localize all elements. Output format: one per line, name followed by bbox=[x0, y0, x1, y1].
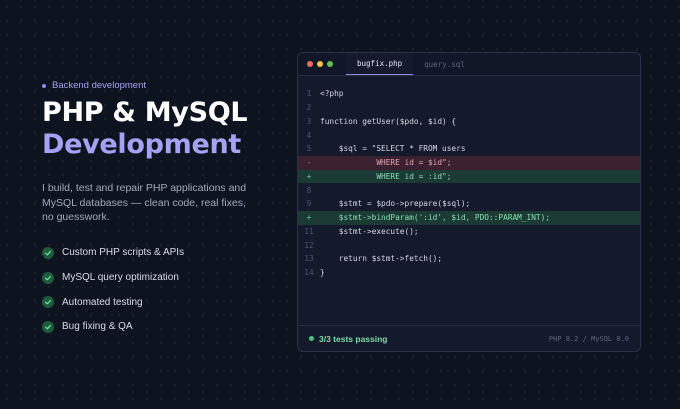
line-number: - bbox=[306, 158, 312, 168]
category-tag-label: Backend development bbox=[52, 80, 147, 91]
code-text: $stmt->execute(); bbox=[320, 226, 419, 236]
hero-section: Backend development PHP & MySQL Developm… bbox=[42, 80, 282, 339]
code-line: 5 $sql = "SELECT * FROM users bbox=[298, 142, 640, 156]
code-line: 13 return $stmt->fetch(); bbox=[298, 252, 640, 266]
hero-description: I build, test and repair PHP application… bbox=[42, 182, 247, 223]
check-icon bbox=[42, 320, 54, 333]
code-text: return $stmt->fetch(); bbox=[320, 254, 443, 264]
feature-label: Bug fixing & QA bbox=[62, 321, 133, 333]
feature-label: MySQL query optimization bbox=[62, 272, 179, 284]
code-line: 1 <?php bbox=[298, 87, 640, 101]
line-number: 5 bbox=[306, 144, 312, 154]
version-info: PHP 8.2 / MySQL 8.0 bbox=[548, 334, 629, 343]
check-icon bbox=[42, 296, 54, 309]
code-text: $sql = "SELECT * FROM users bbox=[320, 144, 466, 154]
feature-list: Custom PHP scripts & APIs MySQL query op… bbox=[42, 241, 282, 340]
code-line: 12 bbox=[298, 238, 640, 252]
code-text: function getUser($pdo, $id) { bbox=[320, 116, 457, 126]
check-icon bbox=[42, 246, 54, 259]
tab-bugfix-php[interactable]: bugfix.php bbox=[346, 53, 414, 75]
feature-label: Automated testing bbox=[62, 296, 143, 308]
tab-query-sql[interactable]: query.sql bbox=[413, 53, 476, 75]
code-text: <?php bbox=[320, 89, 344, 99]
line-number: 4 bbox=[306, 130, 312, 140]
code-line: 9 $stmt = $pdo->prepare($sql); bbox=[298, 197, 640, 211]
code-text: WHERE id = :id"; bbox=[320, 171, 452, 181]
code-line: 8 bbox=[298, 183, 640, 197]
category-tag: Backend development bbox=[42, 80, 282, 91]
line-number: 11 bbox=[304, 226, 314, 236]
feature-item: Bug fixing & QA bbox=[42, 315, 282, 340]
test-status: 3/3 tests passing bbox=[309, 334, 388, 344]
code-line: 4 bbox=[298, 128, 640, 142]
code-text: WHERE id = $id"; bbox=[320, 158, 452, 168]
window-controls bbox=[298, 53, 346, 75]
line-number: 8 bbox=[306, 185, 312, 195]
bullet-dot-icon bbox=[42, 83, 46, 88]
code-area[interactable]: 1 <?php 2 3 function getUser($pdo, $id) { 4 5 … bbox=[298, 76, 640, 280]
code-text: } bbox=[320, 268, 325, 278]
line-number: + bbox=[306, 171, 312, 181]
feature-label: Custom PHP scripts & APIs bbox=[62, 247, 185, 259]
close-window-icon[interactable] bbox=[307, 61, 313, 67]
code-editor-window: bugfix.php query.sql 1 <?php 2 3 function ge… bbox=[297, 52, 641, 352]
line-number: 1 bbox=[306, 89, 312, 99]
code-line-removed: - WHERE id = $id"; bbox=[298, 155, 640, 170]
editor-titlebar: bugfix.php query.sql bbox=[298, 53, 640, 76]
check-icon bbox=[42, 271, 54, 284]
line-number: 3 bbox=[306, 116, 312, 126]
feature-item: Automated testing bbox=[42, 290, 282, 315]
line-number: + bbox=[306, 213, 312, 223]
headline-accent: Development bbox=[42, 129, 242, 160]
code-line: 11 $stmt->execute(); bbox=[298, 225, 640, 239]
code-line: 2 bbox=[298, 101, 640, 115]
code-line-added: + WHERE id = :id"; bbox=[298, 169, 640, 184]
status-dot-icon bbox=[309, 336, 314, 341]
minimize-window-icon[interactable] bbox=[317, 61, 323, 67]
code-line: 14} bbox=[298, 266, 640, 280]
code-text: $stmt->bindParam(':id', $id, PDO::PARAM_… bbox=[320, 213, 551, 223]
code-text: $stmt = $pdo->prepare($sql); bbox=[320, 199, 471, 209]
line-number: 2 bbox=[306, 103, 312, 113]
code-line-added: + $stmt->bindParam(':id', $id, PDO::PARA… bbox=[298, 210, 640, 225]
feature-item: Custom PHP scripts & APIs bbox=[42, 241, 282, 266]
line-number: 9 bbox=[306, 199, 312, 209]
maximize-window-icon[interactable] bbox=[327, 61, 333, 67]
line-number: 13 bbox=[304, 254, 314, 264]
code-line: 3 function getUser($pdo, $id) { bbox=[298, 115, 640, 129]
headline-primary: PHP & MySQL bbox=[42, 97, 248, 128]
line-number: 12 bbox=[304, 240, 314, 250]
test-status-label: 3/3 tests passing bbox=[319, 333, 388, 344]
line-number: 14 bbox=[304, 268, 314, 278]
editor-statusbar: 3/3 tests passing PHP 8.2 / MySQL 8.0 bbox=[298, 325, 640, 351]
feature-item: MySQL query optimization bbox=[42, 265, 282, 290]
